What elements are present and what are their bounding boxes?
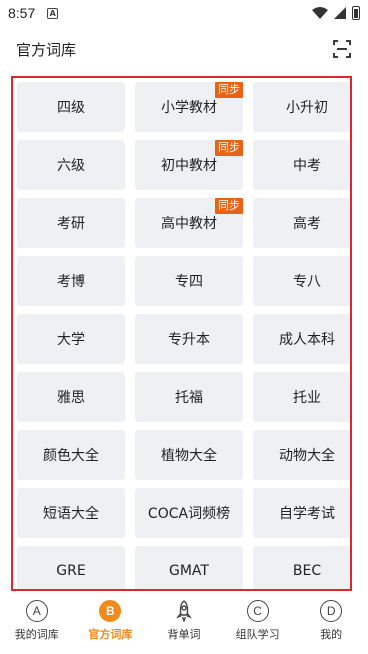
sync-badge: 同步 (215, 82, 243, 98)
category-item[interactable]: 成人本科 (253, 314, 350, 364)
category-item[interactable]: 中考 (253, 140, 350, 190)
category-label: 六级 (57, 158, 85, 174)
bottom-nav: A 我的词库 B 官方词库 背单词 C 组队学习 D 我的 (0, 594, 368, 650)
status-indicators (312, 6, 360, 20)
category-item[interactable]: GRE (17, 546, 125, 589)
category-item[interactable]: BEC (253, 546, 350, 589)
nav-label: 官方词库 (88, 628, 133, 641)
category-label: 考博 (57, 274, 85, 290)
circle-a-icon: A (25, 600, 48, 622)
category-label: 考研 (57, 216, 85, 232)
category-grid-frame: 四级 小学教材 同步 小升初 六级 初中教材 同步 中考 考研 高中教材 同步 高考 考博 专四 专八 大学专… (11, 76, 352, 591)
nav-item-2[interactable]: B 官方词库 (74, 594, 148, 650)
category-item[interactable]: 小升初 (253, 82, 350, 132)
rocket-icon (173, 600, 195, 622)
nav-item-1[interactable]: A 我的词库 (0, 594, 74, 650)
sync-badge: 同步 (215, 140, 243, 156)
battery-icon (352, 6, 360, 20)
category-item[interactable]: 自学考试 (253, 488, 350, 538)
scan-icon (333, 40, 351, 58)
category-item[interactable]: 专四 (135, 256, 243, 306)
nav-item-5[interactable]: D 我的 (294, 594, 368, 650)
category-label: 小升初 (286, 100, 328, 116)
nav-item-4[interactable]: C 组队学习 (221, 594, 295, 650)
category-item[interactable]: 考研 (17, 198, 125, 248)
category-item[interactable]: 高中教材 同步 (135, 198, 243, 248)
category-label: BEC (292, 563, 322, 579)
category-item[interactable]: 高考 (253, 198, 350, 248)
category-label: 成人本科 (279, 332, 335, 348)
category-label: 托业 (293, 390, 321, 406)
category-item[interactable]: 小学教材 同步 (135, 82, 243, 132)
wifi-icon (312, 7, 328, 19)
category-item[interactable]: 考博 (17, 256, 125, 306)
category-label: 动物大全 (279, 448, 335, 464)
category-item[interactable]: 大学 (17, 314, 125, 364)
category-item[interactable]: 短语大全 (17, 488, 125, 538)
category-label: GMAT (169, 563, 209, 579)
nav-label: 背单词 (167, 628, 201, 641)
category-item[interactable]: 颜色大全 (17, 430, 125, 480)
category-item[interactable]: 初中教材 同步 (135, 140, 243, 190)
category-item[interactable]: 动物大全 (253, 430, 350, 480)
category-item[interactable]: 六级 (17, 140, 125, 190)
circle-d-icon: D (320, 600, 343, 622)
sync-badge: 同步 (215, 198, 243, 214)
category-label: 颜色大全 (43, 448, 99, 464)
category-item[interactable]: 托福 (135, 372, 243, 422)
nav-label: 我的 (320, 628, 343, 641)
category-label: 高中教材 (161, 216, 217, 232)
category-item[interactable]: COCA词频榜 (135, 488, 243, 538)
category-item[interactable]: 雅思 (17, 372, 125, 422)
signal-icon (334, 7, 346, 19)
category-label: 托福 (175, 390, 203, 406)
circle-c-icon: C (246, 600, 269, 622)
category-item[interactable]: 四级 (17, 82, 125, 132)
category-item[interactable]: 专八 (253, 256, 350, 306)
header: 官方词库 (0, 26, 368, 72)
category-label: 短语大全 (43, 506, 99, 522)
category-label: 专四 (175, 274, 203, 290)
category-label: 小学教材 (161, 100, 217, 116)
category-item[interactable]: 托业 (253, 372, 350, 422)
category-label: GRE (56, 563, 86, 579)
nav-item-3[interactable]: 背单词 (147, 594, 221, 650)
category-grid: 四级 小学教材 同步 小升初 六级 初中教材 同步 中考 考研 高中教材 同步 高考 考博 专四 专八 大学专… (17, 82, 350, 589)
page-title: 官方词库 (16, 40, 77, 59)
notification-icon: A (47, 7, 59, 19)
status-time: 8:57 (8, 5, 36, 21)
scan-button[interactable] (332, 39, 352, 59)
category-label: 自学考试 (279, 506, 335, 522)
category-item[interactable]: 专升本 (135, 314, 243, 364)
category-label: 植物大全 (161, 448, 217, 464)
category-item[interactable]: 植物大全 (135, 430, 243, 480)
nav-label: 组队学习 (235, 628, 280, 641)
category-label: 中考 (293, 158, 321, 174)
category-label: 专八 (293, 274, 321, 290)
status-bar: 8:57 A (0, 0, 368, 26)
nav-label: 我的词库 (14, 628, 59, 641)
category-label: 大学 (57, 332, 85, 348)
category-label: 初中教材 (161, 158, 217, 174)
category-label: 四级 (57, 100, 85, 116)
category-label: 专升本 (168, 332, 210, 348)
category-label: 雅思 (57, 390, 85, 406)
circle-b-icon: B (99, 600, 122, 622)
category-label: 高考 (293, 216, 321, 232)
category-label: COCA词频榜 (147, 506, 231, 522)
category-item[interactable]: GMAT (135, 546, 243, 589)
